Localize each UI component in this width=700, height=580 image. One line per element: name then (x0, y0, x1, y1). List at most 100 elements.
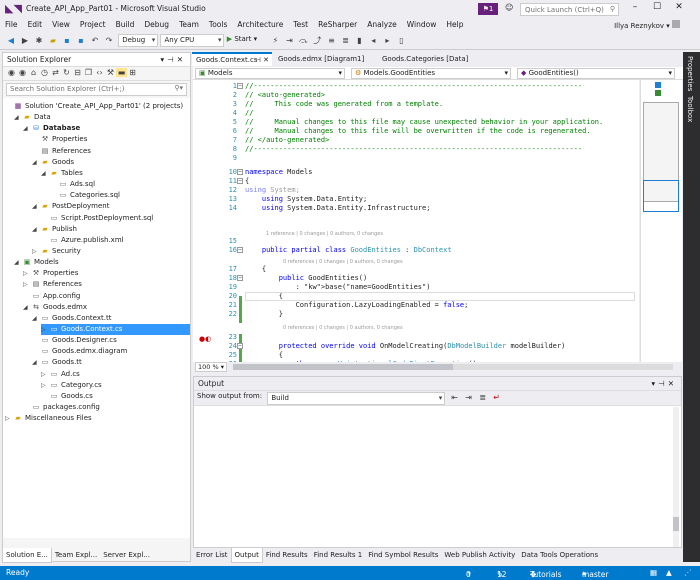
scroll-up-icon[interactable] (655, 82, 661, 88)
code-line[interactable]: // (245, 109, 253, 118)
menu-item-help[interactable]: Help (441, 18, 468, 31)
type-select[interactable]: ⚙ Models.GoodEntities ▾ (351, 68, 511, 79)
forward-icon[interactable]: ▶ (19, 35, 31, 47)
branch-selector[interactable]: ⑂ master ▴ (582, 568, 608, 579)
member-select[interactable]: ◆ GoodEntities() ▾ (517, 68, 675, 79)
minimap-current-view[interactable] (643, 180, 679, 212)
fold-toggle-icon[interactable]: − (237, 275, 243, 281)
pin-close-icon[interactable]: ⊣ ✕ (255, 54, 269, 66)
tree-node[interactable]: ◢ ▰ Publish (32, 224, 77, 235)
prev-bookmark-icon[interactable]: ◂ (367, 35, 379, 47)
menu-item-team[interactable]: Team (174, 18, 204, 31)
code-line[interactable]: using System.Data.Entity; (245, 195, 367, 204)
collapsed-arrow-icon[interactable]: ▷ (41, 324, 49, 335)
output-source-select[interactable]: Build (267, 392, 446, 405)
tree-node[interactable]: ◢ ▣ Models (14, 257, 59, 268)
feedback-status-icon[interactable]: ▦ (650, 568, 657, 577)
step-out-icon[interactable]: ⤴ (311, 35, 323, 47)
pending-changes-icon[interactable]: ⊞ (127, 68, 138, 77)
tree-node[interactable]: ▭ Goods.Designer.cs (32, 335, 117, 346)
tree-node[interactable]: ▭ Ads.sql (50, 179, 95, 190)
notifications-badge[interactable]: ⚑1 (478, 3, 498, 15)
collapsed-arrow-icon[interactable]: ▷ (41, 380, 49, 391)
zoom-select[interactable]: 100 % ▾ (195, 362, 227, 372)
properties-tab[interactable]: Properties (686, 56, 694, 91)
tree-node[interactable]: ▷ ▤ References (23, 279, 82, 290)
tree-node[interactable]: ◢ ▰ Data (14, 112, 51, 123)
tree-node[interactable]: ▷ ▭ Category.cs (41, 380, 102, 391)
next-message-icon[interactable]: ⇥ (463, 392, 475, 404)
output-scrollbar[interactable] (673, 407, 679, 547)
bottom-panel-tab[interactable]: Output (230, 548, 263, 563)
undo-icon[interactable]: ↶ (89, 35, 101, 47)
code-line[interactable]: { (245, 351, 283, 360)
find-message-icon[interactable]: ⇤ (449, 392, 461, 404)
tree-node[interactable]: ▭ Categories.sql (50, 190, 120, 201)
bottom-panel-tab[interactable]: Web Publish Activity (441, 548, 518, 562)
close-icon[interactable]: ✕ (668, 2, 690, 12)
expanded-arrow-icon[interactable]: ◢ (32, 157, 40, 168)
comment-icon[interactable]: ≡ (325, 35, 337, 47)
code-editor[interactable]: ●◐ 1 reference | 0 changes | 0 authors, … (193, 80, 639, 362)
quick-launch-input[interactable]: Quick Launch (Ctrl+Q) ⚲ (520, 3, 619, 16)
pin-icon[interactable]: ⊣ (167, 55, 177, 64)
menu-item-file[interactable]: File (0, 18, 23, 31)
code-line[interactable]: //--------------------------------------… (245, 82, 582, 91)
next-bookmark-icon[interactable]: ▸ (381, 35, 393, 47)
collapsed-arrow-icon[interactable]: ▷ (32, 246, 40, 257)
project-select[interactable]: ▣ Models ▾ (195, 68, 345, 79)
step-icon[interactable]: ⇥ (283, 35, 295, 47)
fold-toggle-icon[interactable]: − (237, 169, 243, 175)
sync-icon[interactable]: ⇄ (50, 68, 61, 77)
code-line[interactable]: : "kw">base("name=GoodEntities") (245, 283, 431, 292)
document-tab[interactable]: Goods.Context.cs ⊣ ✕ (192, 52, 272, 66)
show-all-files-icon[interactable]: ❐ (83, 68, 94, 77)
code-line[interactable]: namespace Models (245, 168, 312, 177)
start-button[interactable]: ▶ Start ▾ (227, 35, 257, 43)
code-line[interactable]: //--------------------------------------… (245, 145, 582, 154)
expanded-arrow-icon[interactable]: ◢ (14, 112, 22, 123)
bookmark-icon[interactable]: ▮ (353, 35, 365, 47)
new-project-icon[interactable]: ✱ (33, 35, 45, 47)
bottom-panel-tab[interactable]: Find Results (263, 548, 311, 562)
expanded-arrow-icon[interactable]: ◢ (41, 168, 49, 179)
history-icon[interactable]: ◷ (39, 68, 50, 77)
bottom-panel-tab[interactable]: Find Symbol Results (365, 548, 441, 562)
preview-icon[interactable]: ▬ (116, 68, 127, 77)
tree-node[interactable]: ▷ ▭ Ad.cs (41, 369, 80, 380)
user-name[interactable]: Illya Reznykov ▾ (614, 20, 680, 30)
code-line[interactable]: // <auto-generated> (245, 91, 325, 100)
tree-node[interactable]: ◢ ▰ Goods (32, 157, 74, 168)
save-icon[interactable]: ▪ (61, 35, 73, 47)
fold-toggle-icon[interactable]: − (237, 83, 243, 89)
menu-item-architecture[interactable]: Architecture (232, 18, 288, 31)
horizontal-scroll-thumb[interactable] (233, 364, 453, 370)
back-icon[interactable]: ◀ (5, 35, 17, 47)
platform-select[interactable]: Any CPU (160, 34, 225, 47)
collapse-all-icon[interactable]: ⊟ (72, 68, 83, 77)
code-line[interactable]: // This code was generated from a templa… (245, 100, 443, 109)
back-icon[interactable]: ◉ (6, 68, 17, 77)
fold-toggle-icon[interactable]: − (237, 247, 243, 253)
expanded-arrow-icon[interactable]: ◢ (23, 123, 31, 134)
document-tab[interactable]: Goods.Categories [Data] (378, 52, 488, 66)
solution-search-input[interactable]: Search Solution Explorer (Ctrl+;) ⚲▾ (6, 83, 187, 96)
code-line[interactable]: public partial class GoodEntities : DbCo… (245, 246, 452, 255)
tree-node[interactable]: ▭ Goods.cs (41, 391, 93, 402)
expanded-arrow-icon[interactable]: ◢ (32, 224, 40, 235)
code-line[interactable]: Configuration.LazyLoadingEnabled = false… (245, 301, 469, 310)
tree-node[interactable]: ▷ ⚒ Properties (23, 268, 78, 279)
clear-all-icon[interactable]: ≣ (477, 392, 489, 404)
maximize-icon[interactable]: ☐ (646, 2, 668, 12)
tree-node[interactable]: ▭ packages.config (23, 402, 100, 413)
code-line[interactable]: } (245, 310, 283, 319)
fold-toggle-icon[interactable]: − (237, 343, 243, 349)
tree-node[interactable]: ▭ Azure.publish.xml (41, 235, 124, 246)
menu-item-edit[interactable]: Edit (23, 18, 48, 31)
expanded-arrow-icon[interactable]: ◢ (32, 357, 40, 368)
menu-item-resharper[interactable]: ReSharper (313, 18, 362, 31)
tree-node[interactable]: ▦ Solution 'Create_API_App_Part01' (2 pro… (5, 101, 183, 112)
browser-link-icon[interactable]: ⚡ (269, 35, 281, 47)
code-line[interactable]: // </auto-generated> (245, 136, 329, 145)
word-wrap-icon[interactable]: ↵ (491, 392, 503, 404)
